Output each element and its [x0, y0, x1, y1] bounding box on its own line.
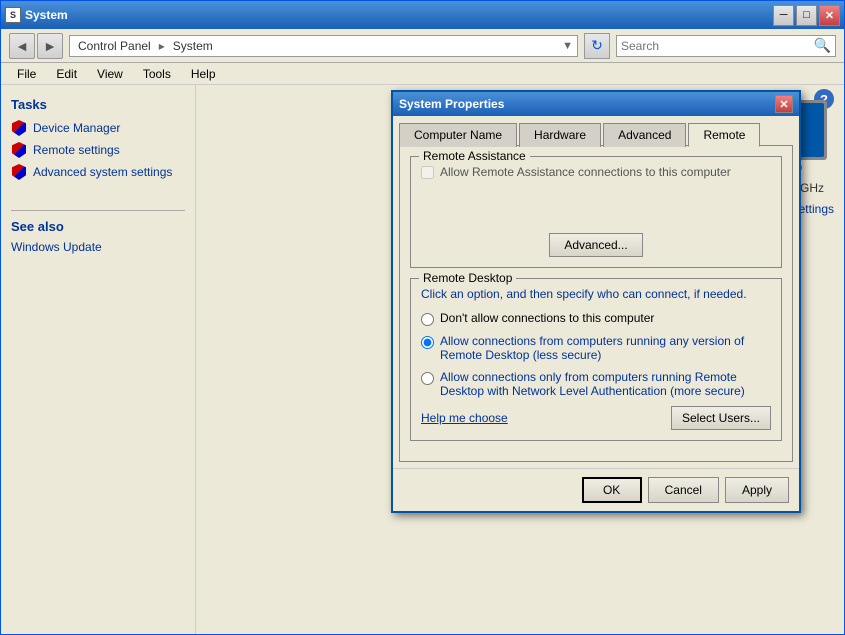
menu-help[interactable]: Help — [183, 65, 224, 83]
system-properties-dialog: System Properties ✕ Computer Name Hardwa… — [391, 90, 801, 513]
tasks-title: Tasks — [11, 97, 185, 112]
radio-row-nla: Allow connections only from computers ru… — [421, 370, 771, 398]
tab-remote[interactable]: Remote — [688, 123, 760, 147]
menu-edit[interactable]: Edit — [48, 65, 85, 83]
see-also-section: See also Windows Update — [11, 210, 185, 254]
device-manager-icon — [11, 120, 27, 136]
remote-assistance-title: Remote Assistance — [419, 149, 530, 163]
address-bar: ◄ ► Control Panel ▸ System ▼ ↻ 🔍 — [1, 29, 844, 63]
search-box[interactable]: 🔍 — [616, 35, 836, 57]
menu-tools[interactable]: Tools — [135, 65, 179, 83]
dialog-close-button[interactable]: ✕ — [775, 95, 793, 113]
nav-buttons: ◄ ► — [9, 33, 63, 59]
tab-hardware[interactable]: Hardware — [519, 123, 601, 147]
main-panel: ? — [196, 85, 844, 634]
content-area: Tasks Device Manager Remote settings Adv… — [1, 85, 844, 634]
advanced-settings-icon — [11, 164, 27, 180]
dialog-footer-buttons: OK Cancel Apply — [582, 477, 789, 503]
minimize-button[interactable]: ─ — [773, 5, 794, 26]
radio-any-version[interactable] — [421, 336, 434, 349]
main-window: S System ─ □ ✕ ◄ ► Control Panel ▸ Syste… — [0, 0, 845, 635]
dialog-title-text: System Properties — [399, 97, 504, 111]
remote-desktop-footer: Help me choose Select Users... — [421, 406, 771, 430]
title-bar-buttons: ─ □ ✕ — [773, 5, 840, 26]
search-button[interactable]: 🔍 — [814, 37, 831, 54]
remote-assistance-checkbox-label: Allow Remote Assistance connections to t… — [440, 165, 731, 179]
sidebar: Tasks Device Manager Remote settings Adv… — [1, 85, 196, 634]
radio-row-none: Don't allow connections to this computer — [421, 311, 771, 326]
radio-no-connections-label[interactable]: Don't allow connections to this computer — [440, 311, 654, 325]
menu-file[interactable]: File — [9, 65, 44, 83]
radio-nla-only-label[interactable]: Allow connections only from computers ru… — [440, 370, 771, 398]
back-button[interactable]: ◄ — [9, 33, 35, 59]
radio-nla-only[interactable] — [421, 372, 434, 385]
address-combo[interactable]: Control Panel ▸ System ▼ — [69, 35, 578, 57]
radio-no-connections[interactable] — [421, 313, 434, 326]
remote-desktop-group: Remote Desktop Click an option, and then… — [410, 278, 782, 441]
remote-desktop-instruction: Click an option, and then specify who ca… — [421, 287, 771, 301]
cancel-button[interactable]: Cancel — [648, 477, 719, 503]
remote-settings-icon — [11, 142, 27, 158]
refresh-button[interactable]: ↻ — [584, 33, 610, 59]
see-also-title: See also — [11, 210, 185, 234]
close-button[interactable]: ✕ — [819, 5, 840, 26]
path-control-panel: Control Panel — [74, 39, 155, 53]
tab-advanced[interactable]: Advanced — [603, 123, 686, 147]
ok-button[interactable]: OK — [582, 477, 642, 503]
dialog-title-bar: System Properties ✕ — [393, 92, 799, 116]
remote-assistance-group: Remote Assistance Allow Remote Assistanc… — [410, 156, 782, 268]
tab-strip: Computer Name Hardware Advanced Remote — [399, 122, 793, 146]
remote-assistance-checkbox-row: Allow Remote Assistance connections to t… — [421, 165, 771, 179]
radio-any-version-label[interactable]: Allow connections from computers running… — [440, 334, 771, 362]
menu-view[interactable]: View — [89, 65, 131, 83]
remote-assistance-advanced-button[interactable]: Advanced... — [549, 233, 642, 257]
dialog-body: Computer Name Hardware Advanced Remote R… — [393, 116, 799, 468]
select-users-button[interactable]: Select Users... — [671, 406, 771, 430]
radio-row-any: Allow connections from computers running… — [421, 334, 771, 362]
remote-desktop-title: Remote Desktop — [419, 271, 516, 285]
help-me-choose-link[interactable]: Help me choose — [421, 411, 508, 425]
window-title: System — [25, 8, 773, 22]
forward-button[interactable]: ► — [37, 33, 63, 59]
dialog-footer: OK Cancel Apply — [393, 468, 799, 511]
search-input[interactable] — [621, 39, 814, 53]
sidebar-item-remote-settings[interactable]: Remote settings — [11, 142, 185, 158]
path-system: System — [169, 39, 217, 53]
remote-assistance-checkbox[interactable] — [421, 166, 434, 179]
window-icon: S — [5, 7, 21, 23]
sidebar-item-advanced-settings[interactable]: Advanced system settings — [11, 164, 185, 180]
menu-bar: File Edit View Tools Help — [1, 63, 844, 85]
title-bar: S System ─ □ ✕ — [1, 1, 844, 29]
sidebar-item-windows-update[interactable]: Windows Update — [11, 240, 185, 254]
tab-computer-name[interactable]: Computer Name — [399, 123, 517, 147]
tab-content-remote: Remote Assistance Allow Remote Assistanc… — [399, 145, 793, 462]
sidebar-item-device-manager[interactable]: Device Manager — [11, 120, 185, 136]
restore-button[interactable]: □ — [796, 5, 817, 26]
apply-button[interactable]: Apply — [725, 477, 789, 503]
